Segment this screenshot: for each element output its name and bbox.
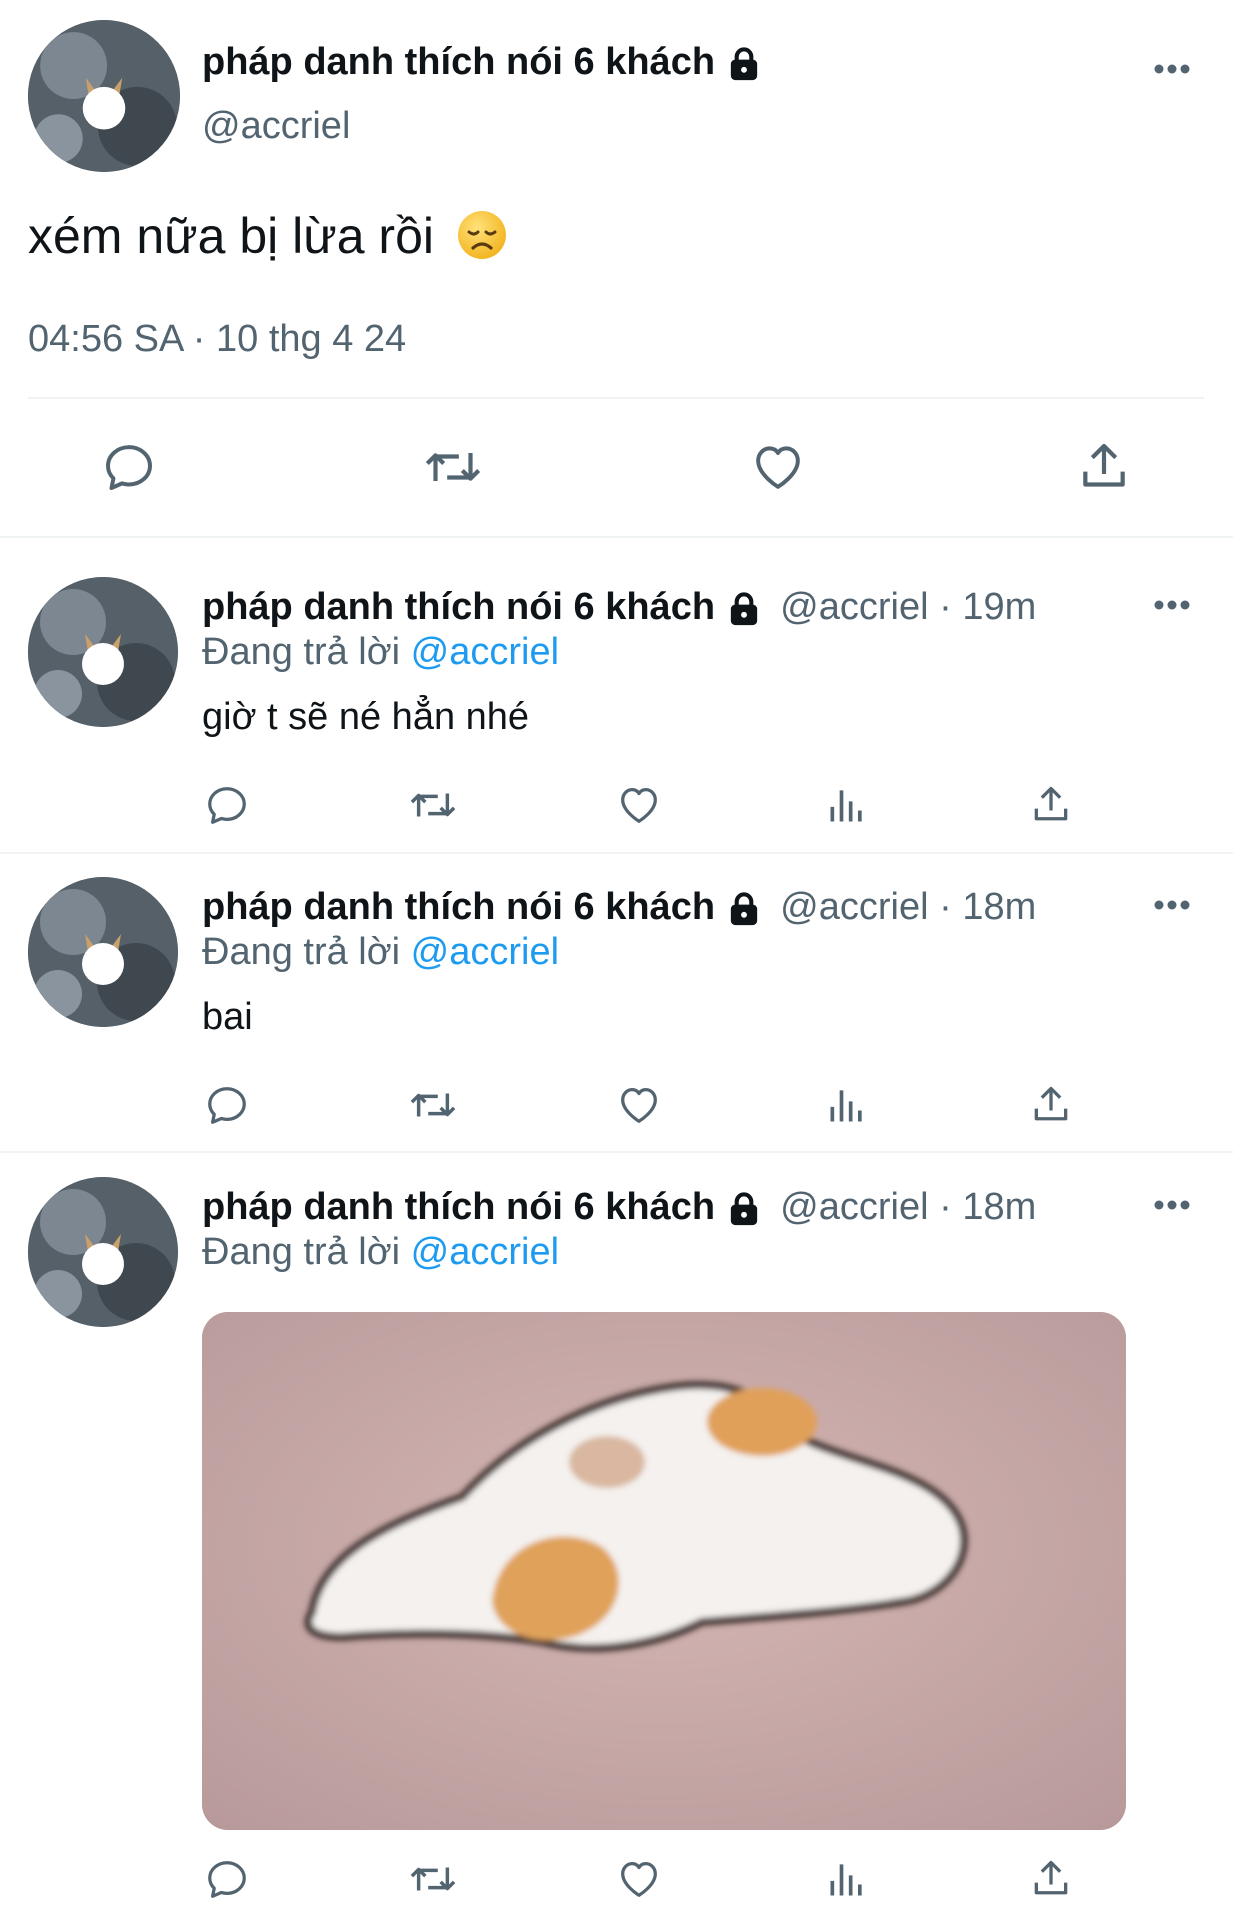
like-button[interactable] [614, 1080, 664, 1130]
avatar-image [28, 1177, 178, 1327]
reply-text: bai [202, 996, 253, 1038]
replying-prefix: Đang trả lời [202, 631, 401, 673]
lock-icon [726, 1190, 762, 1228]
like-icon [621, 1862, 657, 1897]
more-icon [1154, 1200, 1190, 1210]
reply-icon [208, 1861, 246, 1898]
media-image[interactable] [202, 1312, 1126, 1830]
tweet-text: xém nữa bị lừa rồi 😞 [28, 205, 508, 275]
retweet-icon [410, 793, 456, 817]
reply-icon [208, 787, 246, 824]
avatar-image [28, 20, 180, 172]
share-button[interactable] [1026, 1854, 1076, 1904]
more-button[interactable] [1153, 62, 1191, 80]
replying-to-link[interactable]: @accriel [411, 631, 559, 673]
replying-to-link[interactable]: @accriel [411, 931, 559, 973]
retweet-button[interactable] [404, 1080, 462, 1130]
more-button[interactable] [1153, 1198, 1191, 1216]
disappointed-face-icon [456, 209, 508, 275]
avatar-image [28, 577, 178, 727]
views-button[interactable] [822, 1080, 872, 1130]
author-name[interactable]: pháp danh thích nói 6 khách [202, 38, 762, 86]
share-icon [1083, 443, 1125, 487]
more-icon [1154, 900, 1190, 910]
reply-text: giờ t sẽ né hẳn nhé [202, 696, 530, 738]
author-handle[interactable]: @accriel [202, 103, 350, 149]
handle-time[interactable]: @accriel · 18m [780, 1186, 1036, 1228]
reply-header: pháp danh thích nói 6 khách @accriel · 1… [202, 883, 1036, 931]
share-button[interactable] [1026, 1080, 1076, 1130]
like-button[interactable] [614, 780, 664, 830]
like-icon [621, 1088, 657, 1123]
handle-time[interactable]: @accriel · 19m [780, 586, 1036, 628]
views-button[interactable] [822, 1854, 872, 1904]
retweet-icon [425, 453, 481, 481]
reply-icon [208, 1087, 246, 1124]
lock-icon [726, 590, 762, 628]
handle-time[interactable]: @accriel · 18m [780, 886, 1036, 928]
share-button[interactable] [1026, 780, 1076, 830]
reply-icon [106, 445, 152, 490]
views-icon [830, 1864, 862, 1896]
share-icon [1034, 1086, 1068, 1121]
views-button[interactable] [822, 780, 872, 830]
views-icon [830, 1090, 862, 1122]
lock-icon [726, 890, 762, 928]
avatar[interactable] [28, 577, 178, 727]
more-icon [1154, 600, 1190, 610]
like-icon [621, 788, 657, 823]
avatar-image [28, 877, 178, 1027]
retweet-icon [410, 1093, 456, 1117]
like-button[interactable] [745, 437, 811, 497]
author-name[interactable]: pháp danh thích nói 6 khách [202, 1186, 715, 1228]
replying-to: Đang trả lời @accriel [202, 929, 559, 975]
reply-button[interactable] [202, 1854, 252, 1904]
retweet-button[interactable] [404, 780, 462, 830]
replying-to-link[interactable]: @accriel [411, 1231, 559, 1273]
avatar[interactable] [28, 877, 178, 1027]
retweet-button[interactable] [404, 1854, 462, 1904]
cat-loaf-image [202, 1312, 1126, 1830]
reply-button[interactable] [96, 437, 162, 497]
tweet-text-content: xém nữa bị lừa rồi [28, 208, 434, 264]
more-button[interactable] [1153, 598, 1191, 616]
timestamp-divider [28, 397, 1204, 399]
more-icon [1154, 64, 1190, 74]
more-button[interactable] [1153, 898, 1191, 916]
retweet-icon [410, 1867, 456, 1891]
reply-button[interactable] [202, 1080, 252, 1130]
reply-header: pháp danh thích nói 6 khách @accriel · 1… [202, 583, 1036, 631]
tweet-divider [0, 536, 1233, 538]
avatar[interactable] [28, 20, 180, 172]
reply-button[interactable] [202, 780, 252, 830]
author-name[interactable]: pháp danh thích nói 6 khách [202, 586, 715, 628]
tweet-timestamp[interactable]: 04:56 SA · 10 thg 4 24 [28, 316, 406, 362]
reply-header: pháp danh thích nói 6 khách @accriel · 1… [202, 1183, 1036, 1231]
share-icon [1034, 786, 1068, 821]
replying-prefix: Đang trả lời [202, 1231, 401, 1273]
like-icon [756, 446, 800, 489]
share-button[interactable] [1071, 437, 1137, 497]
replying-prefix: Đang trả lời [202, 931, 401, 973]
views-icon [830, 790, 862, 822]
avatar[interactable] [28, 1177, 178, 1327]
tweet-divider [0, 1151, 1233, 1153]
replying-to: Đang trả lời @accriel [202, 1229, 559, 1275]
lock-icon [726, 45, 762, 83]
author-name-text[interactable]: pháp danh thích nói 6 khách [202, 41, 715, 83]
share-icon [1034, 1860, 1068, 1895]
retweet-button[interactable] [417, 437, 489, 497]
author-name[interactable]: pháp danh thích nói 6 khách [202, 886, 715, 928]
like-button[interactable] [614, 1854, 664, 1904]
replying-to: Đang trả lời @accriel [202, 629, 559, 675]
tweet-divider [0, 852, 1233, 854]
